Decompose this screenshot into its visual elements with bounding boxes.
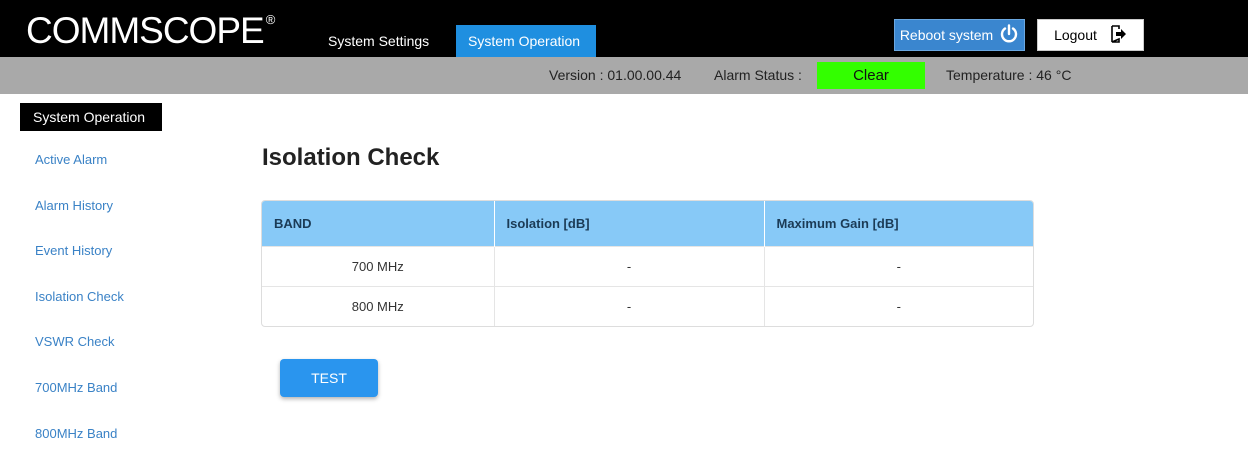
tab-system-operation[interactable]: System Operation — [456, 25, 596, 57]
logo-registered-mark: ® — [265, 12, 276, 27]
sidebar-item-event-history[interactable]: Event History — [35, 242, 112, 260]
table-row: 700 MHz - - — [262, 246, 1033, 286]
sidebar-item-isolation-check[interactable]: Isolation Check — [35, 288, 124, 306]
logo-text: COMMSCOPE — [26, 10, 265, 51]
commscope-logo: COMMSCOPE ® — [26, 9, 276, 53]
cell-max-gain: - — [896, 258, 901, 274]
table-header-row: BAND Isolation [dB] Maximum Gain [dB] — [262, 201, 1033, 246]
sidebar-item-800mhz-band[interactable]: 800MHz Band — [35, 425, 117, 443]
status-bar: Version : 01.00.00.44 Alarm Status : Cle… — [0, 57, 1248, 94]
sidebar-header: System Operation — [20, 103, 162, 131]
alarm-status-label: Alarm Status : — [714, 67, 802, 83]
reboot-system-button[interactable]: Reboot system — [894, 19, 1025, 51]
power-icon — [999, 23, 1019, 47]
cell-isolation: - — [494, 286, 765, 326]
tab-system-settings[interactable]: System Settings — [316, 25, 441, 57]
version-text: Version : 01.00.00.44 — [549, 67, 682, 83]
isolation-table: BAND Isolation [dB] Maximum Gain [dB] 70… — [261, 200, 1034, 327]
sidebar-item-active-alarm[interactable]: Active Alarm — [35, 151, 107, 169]
column-header-isolation: Isolation [dB] — [494, 201, 765, 246]
reboot-label: Reboot system — [899, 27, 994, 43]
logout-label: Logout — [1054, 27, 1097, 43]
cell-max-gain: - — [896, 298, 901, 314]
temperature-text: Temperature : 46 °C — [946, 67, 1072, 83]
sidebar-item-vswr-check[interactable]: VSWR Check — [35, 333, 114, 351]
test-button[interactable]: TEST — [280, 359, 378, 397]
top-bar: COMMSCOPE ® System Settings System Opera… — [0, 0, 1248, 57]
logout-button[interactable]: Logout — [1037, 19, 1144, 51]
sidebar-item-700mhz-band[interactable]: 700MHz Band — [35, 379, 117, 397]
cell-band: 800 MHz — [262, 286, 495, 326]
page-title: Isolation Check — [262, 144, 440, 171]
column-header-max-gain: Maximum Gain [dB] — [776, 215, 899, 231]
alarm-status-badge: Clear — [817, 62, 925, 89]
cell-isolation: - — [494, 246, 765, 286]
cell-band: 700 MHz — [262, 246, 495, 286]
column-header-band: BAND — [262, 201, 495, 246]
logout-icon — [1111, 24, 1127, 46]
table-row: 800 MHz - - — [262, 286, 1033, 326]
sidebar-item-alarm-history[interactable]: Alarm History — [35, 197, 113, 215]
